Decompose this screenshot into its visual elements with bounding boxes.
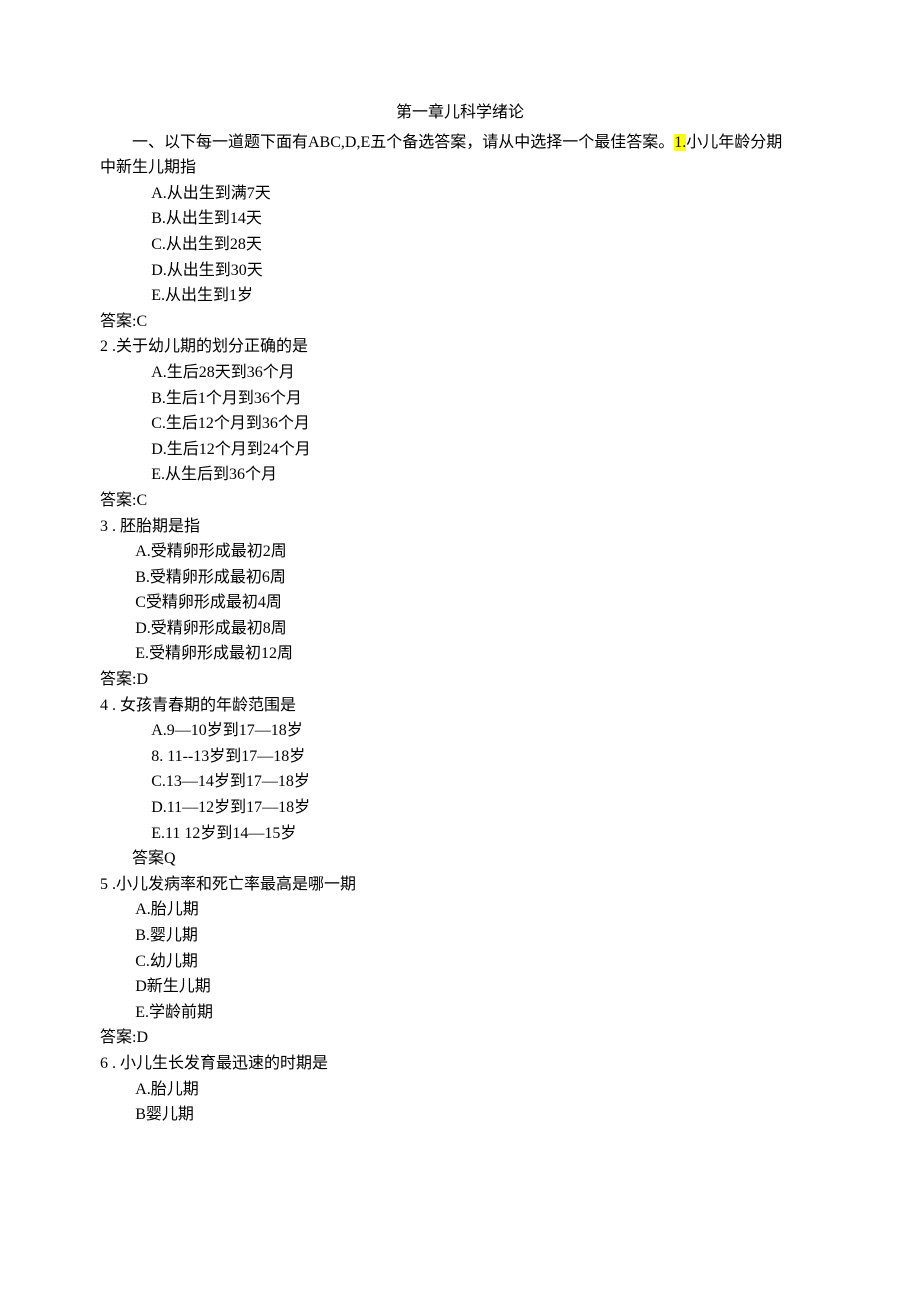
q2-answer: 答案:C: [100, 488, 820, 514]
q2-stem: 2 .关于幼儿期的划分正确的是: [100, 334, 820, 360]
q5-option-d: D新生儿期: [135, 974, 820, 1000]
q1-option-d: D.从出生到30天: [151, 258, 820, 284]
q1-option-c: C.从出生到28天: [151, 232, 820, 258]
q4-option-e: E.11 12岁到14—15岁: [151, 821, 820, 847]
q2-option-a: A.生后28天到36个月: [151, 360, 820, 386]
q2-option-d: D.生后12个月到24个月: [151, 437, 820, 463]
q3-options: A.受精卵形成最初2周 B.受精卵形成最初6周 C受精卵形成最初4周 D.受精卵…: [135, 539, 820, 667]
q6-options: A.胎儿期 B婴儿期: [135, 1077, 820, 1128]
q1-option-b: B.从出生到14天: [151, 206, 820, 232]
q3-option-d: D.受精卵形成最初8周: [135, 616, 820, 642]
q1-options: A.从出生到满7天 B.从出生到14天 C.从出生到28天 D.从出生到30天 …: [151, 181, 820, 309]
q4-option-a: A.9—10岁到17—18岁: [151, 718, 820, 744]
q5-option-b: B.婴儿期: [135, 923, 820, 949]
q1-option-a: A.从出生到满7天: [151, 181, 820, 207]
q5-option-a: A.胎儿期: [135, 897, 820, 923]
intro-line: 一、以下每一道题下面有ABC,D,E五个备选答案，请从中选择一个最佳答案。1.小…: [100, 130, 820, 156]
q2-options: A.生后28天到36个月 B.生后1个月到36个月 C.生后12个月到36个月 …: [151, 360, 820, 488]
q6-option-b: B婴儿期: [135, 1102, 820, 1128]
intro-suffix: 小儿年龄分期: [686, 134, 782, 151]
q4-option-d: D.11—12岁到17—18岁: [151, 795, 820, 821]
q5-stem: 5 .小儿发病率和死亡率最高是哪一期: [100, 872, 820, 898]
q4-answer: 答案Q: [132, 846, 820, 872]
q3-option-a: A.受精卵形成最初2周: [135, 539, 820, 565]
q3-option-b: B.受精卵形成最初6周: [135, 565, 820, 591]
q4-option-c: C.13—14岁到17—18岁: [151, 769, 820, 795]
q5-options: A.胎儿期 B.婴儿期 C.幼儿期 D新生儿期 E.学龄前期: [135, 897, 820, 1025]
q3-option-c: C受精卵形成最初4周: [135, 590, 820, 616]
q2-option-c: C.生后12个月到36个月: [151, 411, 820, 437]
q1-answer: 答案:C: [100, 309, 820, 335]
q1-stem-tail: 中新生儿期指: [100, 155, 820, 181]
q6-stem: 6 . 小儿生长发育最迅速的时期是: [100, 1051, 820, 1077]
q3-option-e: E.受精卵形成最初12周: [135, 641, 820, 667]
q5-option-e: E.学龄前期: [135, 1000, 820, 1026]
q1-option-e: E.从出生到1岁: [151, 283, 820, 309]
intro-prefix: 一、以下每一道题下面有ABC,D,E五个备选答案，请从中选择一个最佳答案。: [132, 134, 674, 151]
q4-options: A.9—10岁到17—18岁 8. 11--13岁到17—18岁 C.13—14…: [151, 718, 820, 846]
q2-option-b: B.生后1个月到36个月: [151, 386, 820, 412]
q5-option-c: C.幼儿期: [135, 949, 820, 975]
q4-option-b: 8. 11--13岁到17—18岁: [151, 744, 820, 770]
q1-number-highlight: 1.: [674, 134, 686, 151]
page: 第一章儿科学绪论 一、以下每一道题下面有ABC,D,E五个备选答案，请从中选择一…: [0, 0, 920, 1301]
q5-answer: 答案:D: [100, 1025, 820, 1051]
q3-stem: 3 . 胚胎期是指: [100, 514, 820, 540]
q4-stem: 4 . 女孩青春期的年龄范围是: [100, 693, 820, 719]
chapter-title: 第一章儿科学绪论: [100, 100, 820, 126]
q2-option-e: E.从生后到36个月: [151, 462, 820, 488]
q3-answer: 答案:D: [100, 667, 820, 693]
q6-option-a: A.胎儿期: [135, 1077, 820, 1103]
